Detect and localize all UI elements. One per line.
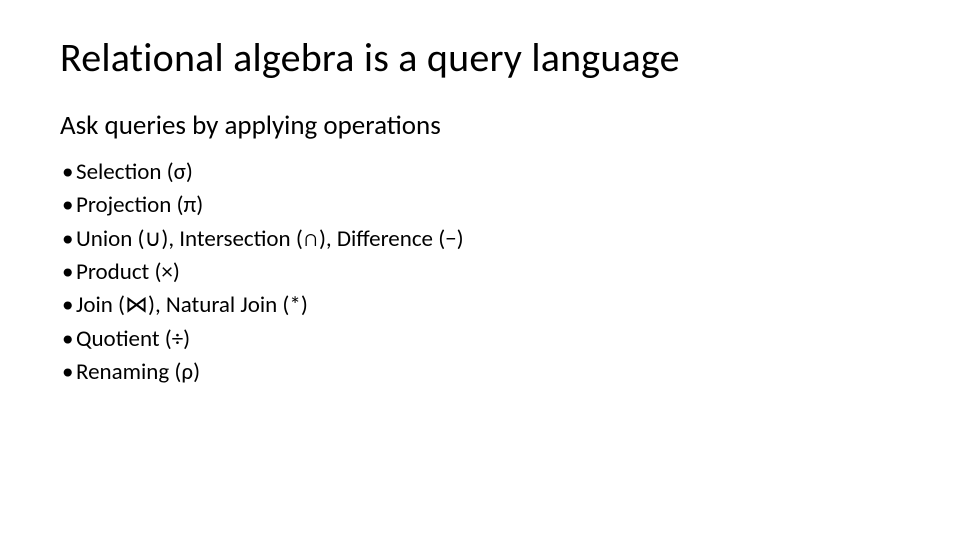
slide: Relational algebra is a query language A… — [0, 0, 960, 540]
list-item: Renaming (ρ) — [62, 356, 900, 389]
bullet-list: Selection (σ) Projection (π) Union (∪), … — [60, 156, 900, 389]
list-item: Join (⋈), Natural Join (*) — [62, 289, 900, 322]
list-item: Product (×) — [62, 256, 900, 289]
slide-title: Relational algebra is a query language — [60, 35, 900, 81]
list-item: Projection (π) — [62, 189, 900, 222]
list-item: Selection (σ) — [62, 156, 900, 189]
slide-subheading: Ask queries by applying operations — [60, 109, 900, 142]
list-item: Quotient (÷) — [62, 323, 900, 356]
list-item: Union (∪), Intersection (∩), Difference … — [62, 223, 900, 256]
